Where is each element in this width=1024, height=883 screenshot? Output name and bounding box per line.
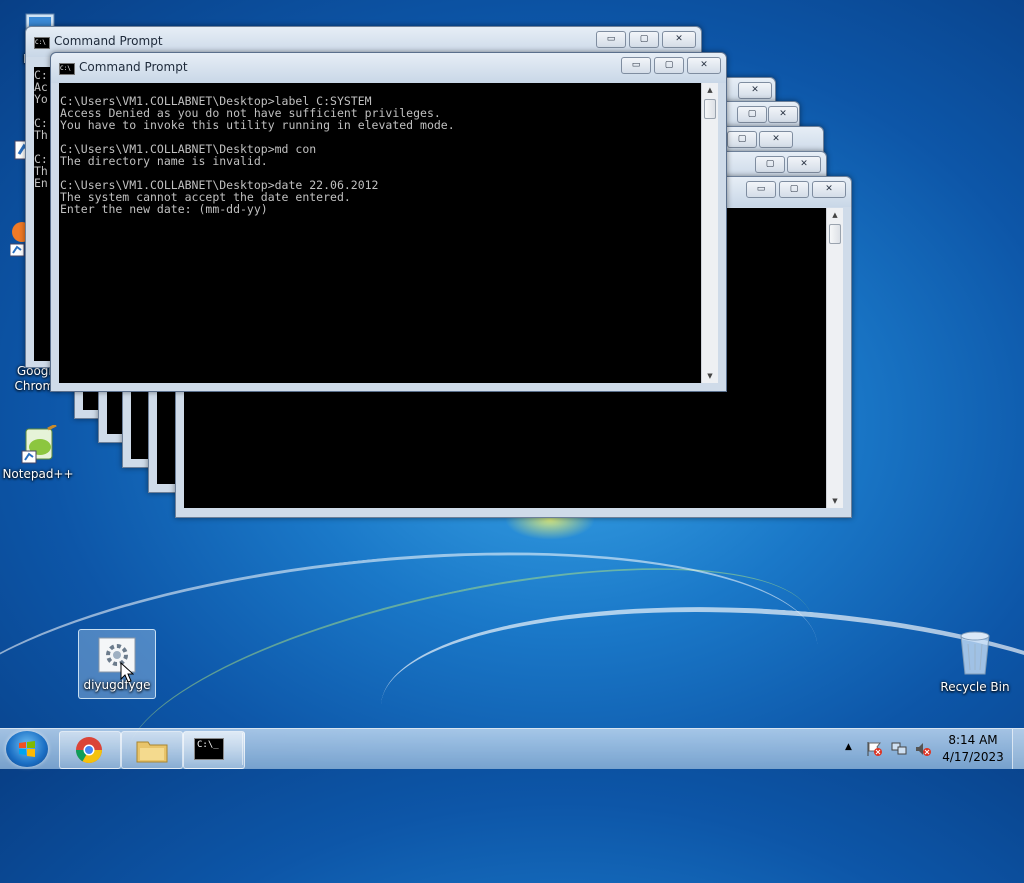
close-button[interactable]: ✕ — [812, 181, 846, 198]
close-button[interactable]: ✕ — [738, 82, 772, 99]
cmd-icon: C:\ — [59, 63, 75, 75]
close-button[interactable]: ✕ — [662, 31, 696, 48]
window-title: Command Prompt — [54, 34, 163, 48]
mouse-cursor-icon — [120, 662, 134, 683]
minimize-button[interactable]: ▭ — [746, 181, 776, 198]
desktop-icon-label: diyugdfyge — [83, 678, 151, 692]
minimize-button[interactable]: ▭ — [621, 57, 651, 74]
scroll-up-arrow[interactable]: ▲ — [702, 83, 718, 97]
scroll-down-arrow[interactable]: ▼ — [827, 494, 843, 508]
window-title: Command Prompt — [79, 60, 188, 74]
close-button[interactable]: ✕ — [759, 131, 793, 148]
show-hidden-icons-arrow[interactable]: ▲ — [845, 742, 852, 752]
recycle-bin-icon — [955, 630, 995, 678]
cmd-icon: C:\_ — [194, 738, 224, 760]
scroll-down-arrow[interactable]: ▼ — [702, 369, 718, 383]
console-output[interactable]: C:\Users\VM1.COLLABNET\Desktop>label C:S… — [59, 83, 701, 383]
vertical-scrollbar[interactable]: ▲ ▼ — [826, 208, 843, 508]
cmd-window-active[interactable]: C:\ Command Prompt ▭ ▢ ✕ C:\Users\VM1.CO… — [50, 52, 727, 392]
action-center-flag-icon[interactable] — [866, 741, 884, 757]
scroll-thumb[interactable] — [704, 99, 716, 119]
maximize-button[interactable]: ▢ — [629, 31, 659, 48]
close-button[interactable]: ✕ — [687, 57, 721, 74]
start-button[interactable] — [6, 731, 48, 767]
minimize-button[interactable]: ▭ — [596, 31, 626, 48]
maximize-button[interactable]: ▢ — [654, 57, 684, 74]
desktop-icon-recycle-bin[interactable]: Recycle Bin — [937, 630, 1013, 695]
close-button[interactable]: ✕ — [787, 156, 821, 173]
desktop-icon-label: Notepad++ — [2, 467, 74, 481]
taskbar-chrome-button[interactable] — [59, 731, 121, 769]
show-desktop-button[interactable] — [1012, 729, 1024, 769]
network-icon[interactable] — [890, 741, 908, 757]
volume-muted-icon[interactable] — [914, 741, 932, 757]
windows-logo-icon — [19, 741, 35, 757]
desktop-icon-diyugdfyge[interactable]: diyugdfyge — [78, 629, 156, 699]
cmd-icon: C:\ — [34, 37, 50, 49]
maximize-button[interactable]: ▢ — [727, 131, 757, 148]
taskbar-divider — [242, 733, 243, 765]
vertical-scrollbar[interactable]: ▲ ▼ — [701, 83, 718, 383]
clock-time[interactable]: 8:14 AM — [940, 733, 1006, 747]
taskbar-cmd-button[interactable]: C:\_ — [183, 731, 245, 769]
scroll-thumb[interactable] — [829, 224, 841, 244]
maximize-button[interactable]: ▢ — [779, 181, 809, 198]
desktop-icon-label: Recycle Bin — [940, 680, 1010, 694]
maximize-button[interactable]: ▢ — [755, 156, 785, 173]
chrome-icon — [75, 737, 103, 764]
maximize-button[interactable]: ▢ — [737, 106, 767, 123]
notepad-plus-plus-icon — [18, 423, 58, 465]
taskbar-explorer-button[interactable] — [121, 731, 183, 769]
desktop-icon-notepad-plus-plus[interactable]: Notepad++ — [0, 423, 76, 482]
scroll-up-arrow[interactable]: ▲ — [827, 208, 843, 222]
folder-icon — [136, 741, 168, 763]
taskbar: C:\_ ▲ 8:14 AM 4/17/2023 — [0, 728, 1024, 769]
close-button[interactable]: ✕ — [768, 106, 798, 123]
clock-date[interactable]: 4/17/2023 — [940, 750, 1006, 764]
